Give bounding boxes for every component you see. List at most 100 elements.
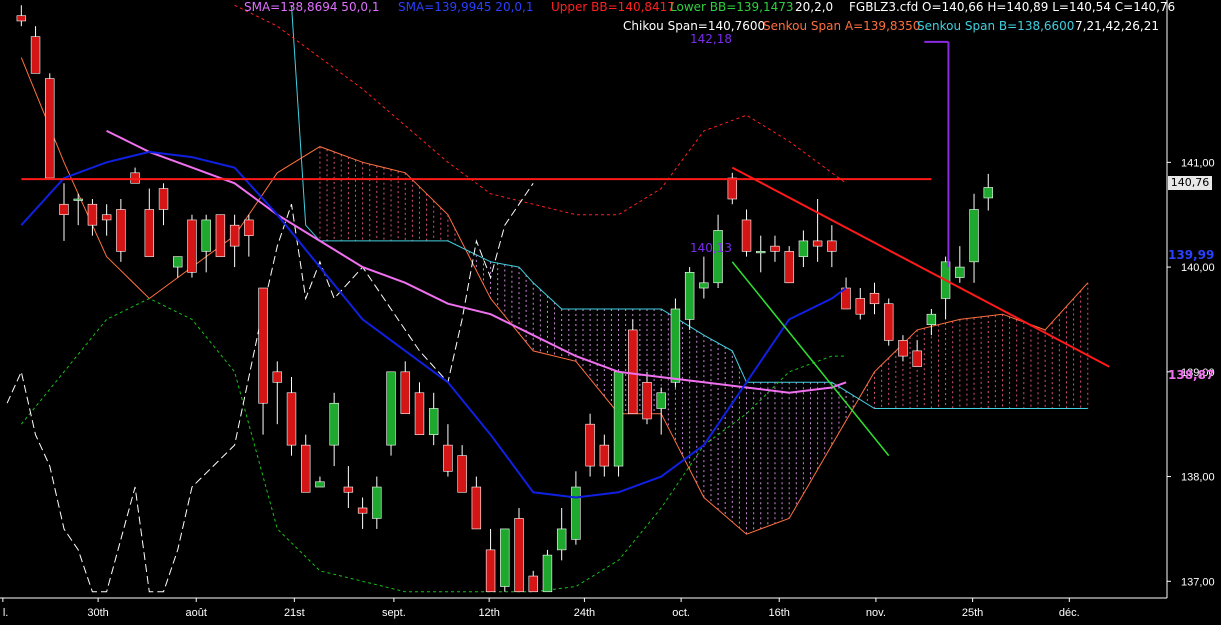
candle-body [372, 486, 382, 519]
candle-body [400, 371, 410, 415]
candle-body [756, 251, 766, 254]
legend-sma20: SMA=139,9945 20,0,1 [398, 0, 534, 14]
candle-body [87, 203, 98, 226]
candle-body [741, 219, 752, 252]
candle-body [556, 528, 567, 551]
candle-body [884, 303, 894, 341]
candle-body [684, 272, 695, 320]
candle-body [30, 36, 41, 74]
candle-body [443, 444, 453, 472]
candle-body [500, 528, 510, 587]
candle-body [926, 313, 937, 325]
green-trendline [731, 261, 890, 457]
legend-ichimoku-params: 7,21,42,26,21 [1075, 19, 1159, 33]
x-tick-label: sept. [382, 607, 406, 619]
candle-body [542, 554, 553, 593]
x-tick-label: 24th [574, 607, 595, 619]
x-tick-label: nov. [866, 607, 886, 619]
candle-body [955, 266, 965, 278]
candle-body [315, 481, 325, 488]
candle-body [144, 209, 155, 257]
upper-bb-line [234, 4, 847, 216]
x-tick-label: août [186, 607, 207, 619]
candle-body [201, 219, 211, 252]
candle-body [329, 402, 339, 446]
legend-lower-bb: Lower BB=139,1473 [670, 0, 794, 14]
legend-bb-params: 20,2,0 [795, 0, 834, 14]
candle-body [485, 549, 496, 593]
candle-body [784, 251, 794, 284]
candle-body [59, 203, 69, 216]
x-tick-label: 30th [87, 607, 108, 619]
candle-body [869, 292, 880, 305]
x-tick-label: déc. [1059, 607, 1080, 619]
candle-body [585, 423, 595, 467]
candle-body [272, 371, 282, 383]
x-tick-label: 12th [478, 607, 499, 619]
x-tick-label: l. [3, 607, 9, 619]
x-tick-label: 16th [769, 607, 790, 619]
candle-body [699, 282, 709, 289]
candle-body [158, 188, 169, 210]
candle-body [45, 78, 55, 179]
candle-body [428, 408, 439, 435]
candle-body [286, 392, 297, 446]
candle-body [343, 486, 354, 493]
candle-body [16, 15, 27, 22]
candle-body [983, 187, 993, 199]
legend-senkou-b: Senkou Span B=138,6600 [917, 19, 1075, 33]
candle-body [130, 172, 140, 184]
candle-body [414, 392, 425, 435]
sma20-line [20, 150, 847, 499]
y-tick-label: 141,00 [1181, 157, 1215, 169]
candle-body [357, 507, 368, 514]
candle-body [727, 177, 738, 200]
candle-body [969, 209, 979, 263]
legend-sma50: SMA=138,8694 50,0,1 [244, 0, 380, 14]
candle-body [798, 240, 809, 257]
y-tick-label: 140,00 [1181, 262, 1215, 274]
legend-chikou: Chikou Span=140,7600 [623, 19, 766, 33]
candle-body [571, 486, 581, 540]
sma50-price-tag: 138,87 [1168, 368, 1215, 382]
candle-body [898, 340, 908, 357]
lower-bb-line [20, 297, 847, 593]
candle-body [187, 219, 197, 273]
candle-body [514, 518, 524, 593]
sma20-price-tag: 139,99 [1168, 248, 1215, 262]
candle-body [656, 392, 666, 409]
low-marker-label: 140,13 [690, 241, 732, 255]
candle-body [173, 256, 183, 268]
legend-senkou-a: Senkou Span A=139,8350 [763, 19, 921, 33]
high-marker-label: 142,18 [690, 32, 732, 46]
legend-ohlc: FGBLZ3.cfd O=140,66 H=140,89 L=140,54 C=… [849, 0, 1176, 14]
x-tick-label: 25th [962, 607, 983, 619]
candle-body [258, 287, 268, 404]
candle-body [713, 230, 723, 284]
candle-body [770, 245, 780, 252]
candle-body [101, 214, 112, 221]
candle-body [301, 444, 311, 493]
candle-body [229, 224, 240, 247]
candle-body [244, 219, 254, 236]
candle-body [528, 575, 538, 593]
x-tick-label: oct. [672, 607, 690, 619]
candle-body [73, 198, 83, 201]
legend-upper-bb: Upper BB=140,8417 [551, 0, 675, 14]
price-chart: 137,00138,00139,00140,00141,00l. 30th août… [0, 0, 1215, 619]
candle-body [215, 214, 226, 257]
y-tick-label: 138,00 [1181, 472, 1215, 484]
candle-body [613, 371, 624, 467]
senkou-span-a-line [20, 57, 1089, 535]
candle-body [912, 350, 922, 367]
candle-body [457, 455, 467, 493]
current-price-tag: 140,76 [1168, 176, 1212, 190]
candle-body [855, 298, 865, 315]
candle-body [670, 308, 681, 383]
candle-body [386, 371, 396, 446]
chart-window: 137,00 138,00 139,00 140,00 141,00 l. 30th août… [0, 0, 1221, 625]
y-tick-label: 137,00 [1181, 576, 1215, 588]
candle-body [827, 240, 837, 252]
candle-body [628, 329, 638, 415]
candle-body [642, 381, 652, 420]
